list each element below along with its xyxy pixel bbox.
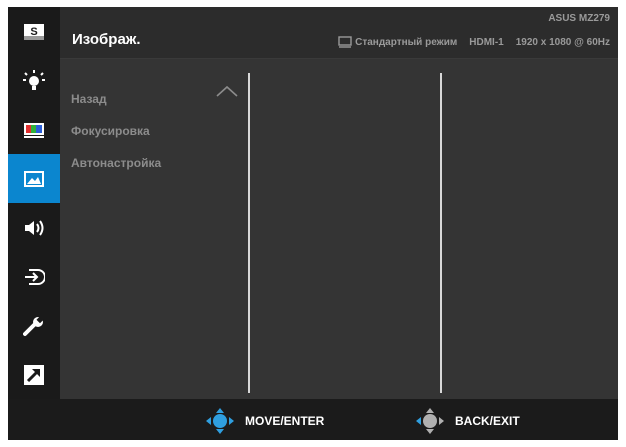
system-setup-icon <box>23 314 45 336</box>
sidebar-item-splendid[interactable]: S <box>8 7 60 56</box>
sidebar-item-image[interactable] <box>8 154 60 203</box>
menu-item-back[interactable]: Назад <box>71 92 107 106</box>
back-exit-hint[interactable]: BACK/EXIT <box>411 407 520 435</box>
sidebar-item-shortcut[interactable] <box>8 350 60 399</box>
move-enter-label: MOVE/ENTER <box>245 414 325 428</box>
shortcut-icon <box>24 364 44 385</box>
current-resolution: 1920 x 1080 @ 60Hz <box>515 36 610 48</box>
back-exit-label: BACK/EXIT <box>455 414 520 428</box>
color-icon <box>24 122 44 138</box>
menu-item-focus[interactable]: Фокусировка <box>71 124 150 138</box>
menu-item-auto-adjust[interactable]: Автонастройка <box>71 156 161 170</box>
osd-window: S Изображ. ASUS MZ279 Стандартный режим … <box>8 7 618 440</box>
current-input: HDMI-1 <box>469 36 504 48</box>
current-mode: Стандартный режим <box>355 36 458 48</box>
joystick-back-icon <box>416 408 444 434</box>
move-enter-hint[interactable]: MOVE/ENTER <box>201 407 324 435</box>
chevron-up-icon[interactable] <box>215 85 239 98</box>
model-name: ASUS MZ279 <box>548 13 610 24</box>
osd-header: Изображ. ASUS MZ279 Стандартный режим HD… <box>60 7 618 59</box>
svg-text:S: S <box>30 26 37 38</box>
input-select-icon <box>25 268 45 285</box>
page-title: Изображ. <box>72 31 141 48</box>
sidebar-item-input[interactable] <box>8 252 60 301</box>
status-bar: Стандартный режим HDMI-1 1920 x 1080 @ 6… <box>338 36 610 48</box>
sidebar-item-system-setup[interactable] <box>8 301 60 350</box>
image-icon <box>24 170 44 187</box>
sidebar-item-color[interactable] <box>8 105 60 154</box>
sidebar-item-brightness[interactable] <box>8 56 60 105</box>
brightness-icon <box>23 69 45 90</box>
monitor-icon <box>338 36 352 48</box>
splendid-icon: S <box>24 23 44 40</box>
joystick-move-icon <box>206 408 234 434</box>
sidebar: S <box>8 7 60 399</box>
sound-icon <box>25 219 44 236</box>
osd-footer: MOVE/ENTER BACK/EXIT <box>8 399 618 440</box>
sidebar-item-sound[interactable] <box>8 203 60 252</box>
column-divider <box>440 73 442 393</box>
menu-panel: Назад Фокусировка Автонастройка <box>60 59 618 399</box>
column-divider <box>248 73 250 393</box>
